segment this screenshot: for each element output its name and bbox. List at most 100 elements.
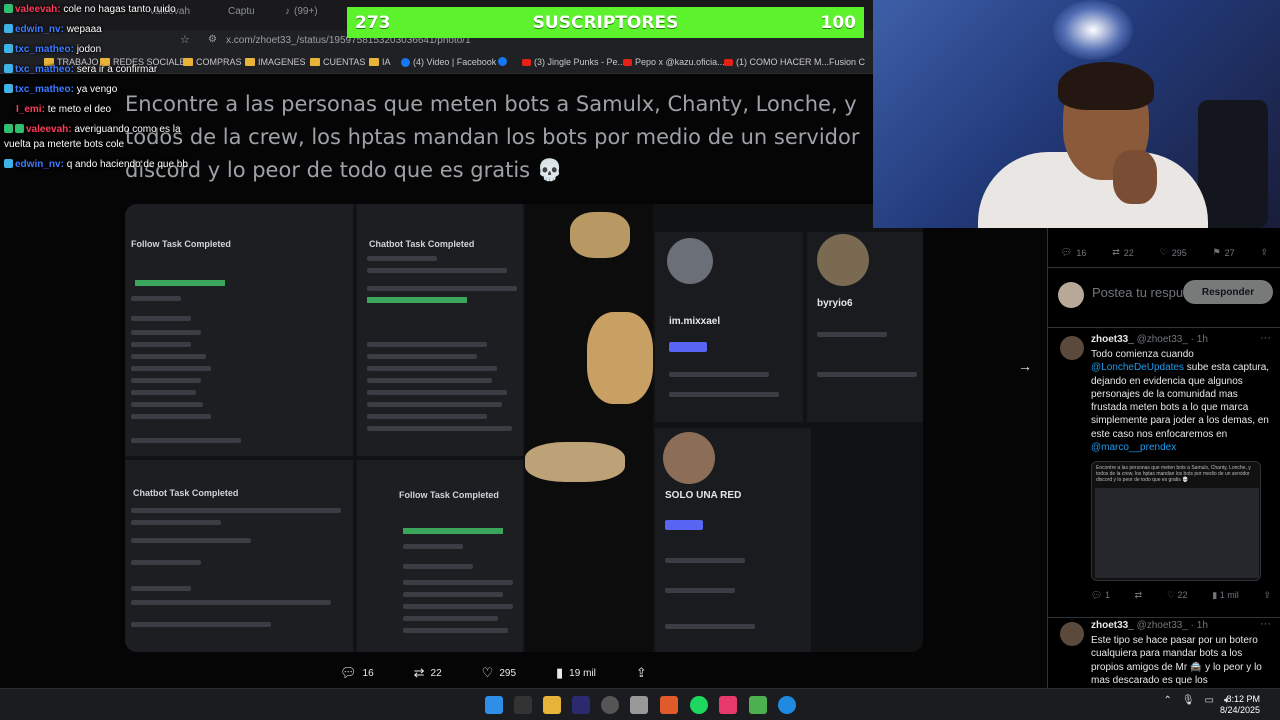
next-photo-arrow-icon[interactable]: → bbox=[1018, 358, 1032, 374]
bookmark-item[interactable]: Pepo x @kazu.oficia... bbox=[623, 57, 725, 67]
avatar bbox=[663, 432, 715, 484]
bookmark-item[interactable]: Fusion C bbox=[829, 57, 865, 67]
repost-icon: ⇄ bbox=[413, 665, 425, 680]
youtube-icon bbox=[724, 58, 733, 66]
reply-submit-button[interactable]: Responder bbox=[1183, 280, 1273, 304]
reply-text: Todo comienza cuando @LoncheDeUpdates su… bbox=[1091, 349, 1270, 454]
repost-button[interactable]: ⇄ bbox=[1135, 590, 1143, 601]
more-options-icon[interactable]: ··· bbox=[1260, 618, 1271, 630]
panel-title: Chatbot Task Completed bbox=[369, 239, 475, 249]
more-options-icon[interactable]: ··· bbox=[1260, 332, 1271, 344]
profile-name: im.mixxael bbox=[669, 316, 721, 327]
chevron-up-icon[interactable]: ⌃ bbox=[1163, 695, 1171, 706]
chat-message: edwin_nv: wepaaa bbox=[4, 24, 102, 36]
folder-icon bbox=[369, 58, 379, 66]
chat-message: txc_matheo: jodon bbox=[4, 44, 101, 56]
chat-badge-icon bbox=[4, 44, 13, 53]
like-count-button[interactable]: ♡ 295 bbox=[1160, 247, 1187, 258]
chat-message: valeevah: cole no hagas tanto ruido bbox=[4, 4, 176, 16]
clock-date: 8/24/2025 bbox=[1219, 705, 1260, 715]
bookmark-item[interactable] bbox=[498, 57, 507, 66]
add-friend-button bbox=[669, 342, 707, 352]
chat-badge-icon bbox=[4, 159, 13, 168]
browser-tab[interactable]: Captu bbox=[228, 6, 255, 17]
system-clock[interactable]: 8:12 PM 8/24/2025 bbox=[1220, 694, 1260, 716]
views-button[interactable]: ▮ 19 mil bbox=[556, 665, 596, 681]
share-button[interactable]: ⇪ bbox=[1261, 247, 1269, 258]
bookmark-icon: ⚑ bbox=[1212, 247, 1221, 257]
avatar bbox=[1060, 622, 1084, 646]
avatar bbox=[667, 238, 713, 284]
media-player-icon[interactable] bbox=[749, 696, 767, 714]
bookmark-item[interactable]: IMAGENES bbox=[245, 57, 306, 67]
chat-message: valeevah: averiguando como es la bbox=[4, 124, 181, 136]
bread-sticker bbox=[525, 442, 625, 482]
repost-count-button[interactable]: ⇄ 22 bbox=[1112, 247, 1134, 258]
reply-handle: @zhoet33_ · 1h bbox=[1136, 334, 1208, 345]
youtube-icon bbox=[623, 58, 632, 66]
brave-icon[interactable] bbox=[660, 696, 678, 714]
screenshot-panel: Follow Task Completed bbox=[125, 204, 353, 456]
share-icon: ⇪ bbox=[1260, 247, 1269, 257]
chat-message: txc_matheo: ya vengo bbox=[4, 84, 117, 96]
like-count-button[interactable]: ♡ 22 bbox=[1167, 590, 1188, 601]
epic-games-icon[interactable] bbox=[514, 696, 532, 714]
reply-tweet[interactable]: zhoet33_ @zhoet33_ · 1h ··· Todo comienz… bbox=[1048, 328, 1280, 618]
network-icon[interactable]: ▭ bbox=[1205, 695, 1214, 706]
clock-time: 8:12 PM bbox=[1226, 694, 1260, 704]
reply-count-button[interactable]: 💬︎ 16 bbox=[1061, 247, 1086, 258]
tiktok-studio-icon[interactable] bbox=[719, 696, 737, 714]
reply-handle: @zhoet33_ · 1h bbox=[1136, 620, 1208, 631]
reply-tweet[interactable]: zhoet33_ @zhoet33_ · 1h ··· Este tipo se… bbox=[1048, 614, 1280, 694]
replies-sidebar: 💬︎ 16 ⇄ 22 ♡ 295 ⚑ 27 ⇪ Postea tu respuesta … bbox=[1047, 228, 1280, 688]
profile-card: im.mixxael bbox=[655, 232, 803, 422]
views-count[interactable]: ▮ 1 mil bbox=[1212, 590, 1238, 601]
share-button[interactable]: ⇪ bbox=[636, 665, 647, 681]
cookie-sticker bbox=[570, 212, 630, 258]
like-button[interactable]: ♡ 295 bbox=[482, 665, 516, 681]
folder-icon bbox=[245, 58, 255, 66]
bookmark-item[interactable]: (1) COMO HACER M... bbox=[724, 57, 829, 67]
bookmark-item[interactable]: IA bbox=[369, 57, 391, 67]
spotify-icon[interactable] bbox=[690, 696, 708, 714]
repost-icon: ⇄ bbox=[1112, 247, 1120, 257]
subscriber-goal-bar: 273 SUSCRIPTORES 100 bbox=[347, 7, 864, 38]
notepad-icon[interactable] bbox=[630, 696, 648, 714]
reply-count-button[interactable]: 💬︎ 1 bbox=[1091, 590, 1110, 601]
facebook-icon bbox=[498, 57, 507, 66]
bookmark-star-icon[interactable]: ☆ bbox=[180, 33, 190, 46]
start-menu-icon[interactable] bbox=[485, 696, 503, 714]
app-icon[interactable] bbox=[778, 696, 796, 714]
reply-icon: 💬︎ bbox=[340, 665, 357, 680]
microphone-icon[interactable]: 🎙︎ bbox=[1182, 695, 1195, 706]
bookmark-item[interactable]: (4) Video | Facebook bbox=[401, 57, 496, 67]
youtube-icon bbox=[522, 58, 531, 66]
mention-link[interactable]: @marco__prendex bbox=[1091, 442, 1176, 453]
chat-badge-icon bbox=[4, 24, 13, 33]
reply-image-thumbnail[interactable]: Encontre a las personas que meten bots a… bbox=[1091, 461, 1261, 581]
progress-bar bbox=[135, 280, 225, 286]
tweet-photo[interactable]: Follow Task Completed Chatbot Task Compl… bbox=[125, 204, 923, 652]
chat-message: txc_matheo: sera ir a confirmar bbox=[4, 64, 157, 76]
subscriber-goal-label: SUSCRIPTORES bbox=[532, 12, 679, 33]
repost-button[interactable]: ⇄ 22 bbox=[414, 665, 442, 681]
bookmark-item[interactable]: CUENTAS bbox=[310, 57, 365, 67]
chat-badge-icon bbox=[4, 4, 13, 13]
reply-author[interactable]: zhoet33_ bbox=[1091, 334, 1134, 345]
browser-tab[interactable]: ♪ (99+) bbox=[285, 6, 318, 17]
site-settings-icon[interactable]: ⚙ bbox=[208, 34, 217, 45]
file-explorer-icon[interactable] bbox=[543, 696, 561, 714]
bookmark-item[interactable]: COMPRAS bbox=[183, 57, 242, 67]
chat-message: I_emi: te meto el deo bbox=[16, 104, 112, 115]
premiere-icon[interactable] bbox=[572, 696, 590, 714]
mention-link[interactable]: @LoncheDeUpdates bbox=[1091, 362, 1184, 373]
heart-icon: ♡ bbox=[481, 665, 494, 680]
share-icon[interactable]: ⇪ bbox=[1263, 590, 1271, 601]
bookmark-count-button[interactable]: ⚑ 27 bbox=[1213, 247, 1235, 258]
folder-icon bbox=[310, 58, 320, 66]
obs-icon[interactable] bbox=[601, 696, 619, 714]
bookmark-item[interactable]: (3) Jingle Punks - Pe... bbox=[522, 57, 625, 67]
reply-author[interactable]: zhoet33_ bbox=[1091, 620, 1134, 631]
reply-button[interactable]: 💬︎ 16 bbox=[340, 665, 374, 681]
share-icon: ⇪ bbox=[635, 665, 647, 680]
